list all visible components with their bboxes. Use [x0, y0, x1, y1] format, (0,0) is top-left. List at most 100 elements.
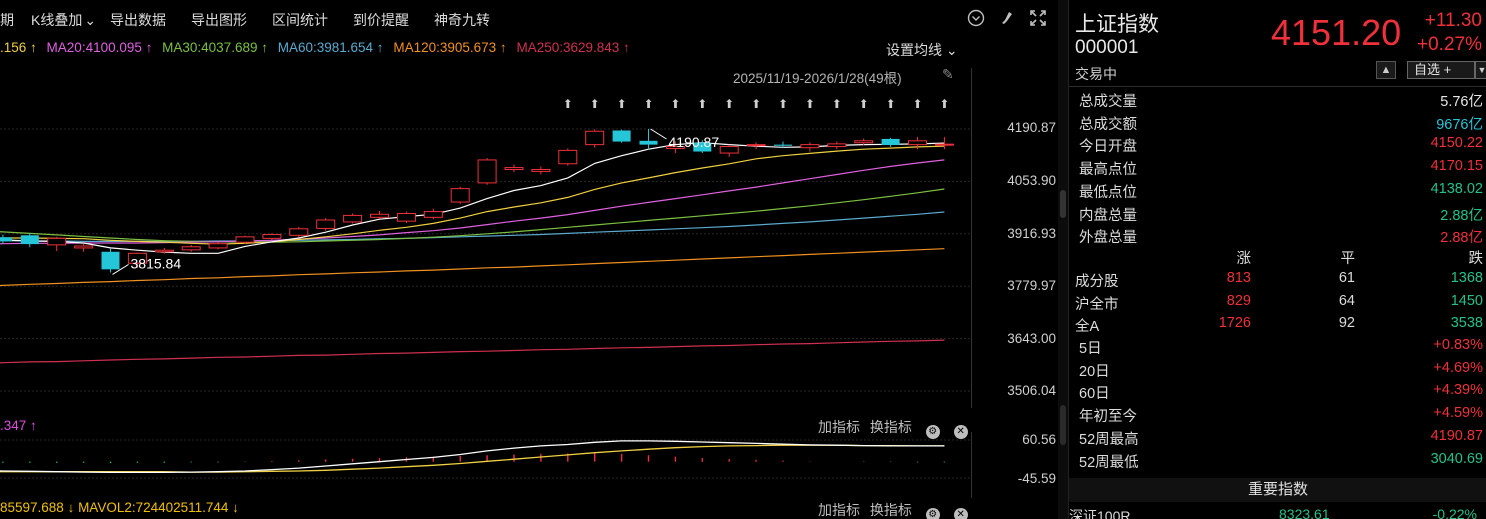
breadth-flat: 64 — [1338, 292, 1355, 309]
chart-scrollbar[interactable] — [1058, 0, 1068, 519]
candle-body — [612, 130, 631, 142]
stock-name: 上证指数 — [1075, 13, 1159, 36]
perf-value: +4.69% — [1433, 359, 1483, 376]
price-tick: 3643.00 — [1007, 331, 1056, 346]
breadth-row: 全A 1726 92 3538 — [1075, 315, 1483, 337]
stock-code: 000001 — [1075, 37, 1139, 58]
breadth-up-header: 涨 — [1236, 251, 1252, 267]
candle-body — [235, 236, 255, 243]
high-pointer — [650, 128, 667, 140]
perf-value: +4.39% — [1433, 382, 1483, 399]
scroll-thumb[interactable] — [1060, 190, 1066, 218]
breadth-flat: 92 — [1338, 315, 1355, 332]
candle-body — [154, 249, 174, 253]
up-arrow-marker: ⬆ — [590, 97, 600, 111]
stat-value: 9676亿 — [1436, 116, 1483, 133]
breadth-down: 1450 — [1450, 292, 1483, 309]
kline-overlay-label: K线叠加 — [31, 12, 83, 28]
kline-overlay-menu[interactable]: K线叠加 ⌄ — [31, 10, 96, 30]
candle-body — [504, 167, 524, 171]
stat-label: 最低点位 — [1079, 184, 1137, 201]
brush-icon[interactable] — [997, 9, 1017, 29]
breadth-label: 全A — [1075, 319, 1100, 336]
perf-value: +0.83% — [1433, 337, 1483, 353]
perf-value: 3040.69 — [1430, 450, 1483, 467]
candle-body — [827, 143, 847, 148]
ma-legend: .156 ↑ MA20:4100.095 ↑ MA30:4037.689 ↑ M… — [0, 40, 636, 58]
fullscreen-icon[interactable] — [1028, 9, 1048, 29]
scroll-thumb[interactable] — [1060, 405, 1066, 445]
volume-tools: 加指标 换指标 ⚙ ✕ — [818, 500, 974, 519]
switch-indicator-button[interactable]: 换指标 — [870, 502, 912, 518]
up-arrow-marker: ⬆ — [563, 97, 573, 111]
perf-row: 年初至今 +4.59% — [1079, 405, 1483, 427]
chevron-down-icon: ⌄ — [84, 12, 97, 28]
candle-body — [289, 228, 309, 236]
collapse-circle-icon[interactable] — [966, 9, 986, 29]
candle-body — [774, 144, 792, 146]
up-arrow-marker: ⬆ — [643, 97, 653, 111]
chevron-down-icon[interactable]: ▼ — [1475, 61, 1486, 79]
price-tick: 4190.87 — [1007, 120, 1056, 135]
macd-chart[interactable] — [0, 432, 972, 498]
index-change: -0.22% — [1432, 506, 1477, 519]
price-alert-button[interactable]: 到价提醒 — [353, 10, 409, 30]
perf-row: 52周最高 4190.87 — [1079, 428, 1483, 450]
candle-body — [262, 234, 282, 239]
candle-body — [396, 212, 416, 222]
divider — [1069, 86, 1486, 87]
add-watchlist-button[interactable]: 自选 + — [1407, 61, 1475, 79]
perf-value: +4.59% — [1433, 405, 1483, 422]
key-index-row[interactable]: 深证100R 8323.61 -0.22% — [1069, 506, 1486, 519]
add-indicator-button[interactable]: 加指标 — [818, 502, 860, 518]
ma30-value: MA30:4037.689 ↑ — [162, 40, 268, 55]
up-arrow-marker: ⬆ — [912, 97, 922, 111]
stat-row: 最低点位 4138.02 — [1079, 181, 1483, 203]
close-icon[interactable]: ✕ — [953, 508, 968, 519]
ma250-line — [0, 339, 945, 364]
stat-row: 最高点位 4170.15 — [1079, 158, 1483, 180]
period-menu[interactable]: 期 — [0, 10, 14, 30]
index-price: 8323.61 — [1279, 506, 1330, 519]
ma60-value: MA60:3981.654 ↑ — [277, 40, 384, 55]
candle-body — [450, 188, 470, 203]
perf-value: 4190.87 — [1430, 427, 1483, 444]
alert-bell-icon[interactable]: ▲ — [1376, 61, 1396, 79]
price-change-pct: +0.27% — [1417, 34, 1482, 55]
last-price: 4151.20 — [1271, 12, 1402, 53]
ma20-value: MA20:4100.095 ↑ — [46, 40, 153, 55]
breadth-label: 成分股 — [1075, 274, 1119, 290]
perf-label: 5日 — [1079, 341, 1102, 357]
ma250-value: MA250:3629.843 ↑ — [516, 40, 630, 55]
export-data-button[interactable]: 导出数据 — [110, 10, 166, 30]
candle-body — [423, 211, 443, 218]
key-index-title[interactable]: 重要指数 — [1069, 478, 1486, 502]
gear-icon[interactable]: ⚙ — [925, 508, 940, 519]
breadth-row: 沪全市 829 64 1450 — [1075, 293, 1483, 315]
candle-body — [639, 140, 658, 145]
breadth-row: 成分股 813 61 1368 — [1075, 270, 1483, 292]
index-name: 深证100R — [1069, 508, 1131, 519]
up-arrow-marker: ⬆ — [778, 97, 788, 111]
breadth-label: 沪全市 — [1075, 296, 1119, 313]
stat-label: 内盘总量 — [1079, 207, 1137, 224]
candle-body — [20, 235, 39, 245]
kline-chart[interactable]: ⬆ ⬆ ⬆ ⬆ ⬆ ⬆ ⬆ ⬆ ⬆ ⬆ ⬆ ⬆ ⬆ ⬆ ⬆ 4190.87 3815.84 — [0, 68, 972, 408]
ma120-value: MA120:3905.673 ↑ — [393, 40, 507, 55]
chart-panel: 期 K线叠加 ⌄ 导出数据 导出图形 区间统计 到价提醒 神奇九转 .156 ↑ … — [0, 0, 1058, 519]
candle-body — [208, 243, 228, 249]
perf-label: 20日 — [1079, 363, 1110, 380]
stat-value: 5.76亿 — [1440, 94, 1483, 110]
candle-body — [74, 245, 94, 249]
stat-value: 2.88亿 — [1440, 207, 1483, 224]
candle-body — [746, 144, 766, 147]
magic-nine-button[interactable]: 神奇九转 — [434, 10, 490, 30]
export-chart-button[interactable]: 导出图形 — [191, 10, 247, 30]
high-label: 4190.87 — [669, 134, 720, 150]
range-stats-button[interactable]: 区间统计 — [272, 10, 328, 30]
candle-body — [934, 143, 954, 146]
ma-settings-button[interactable]: 设置均线 ⌄ — [886, 40, 958, 60]
breadth-down: 1368 — [1450, 270, 1483, 286]
breadth-down-header: 跌 — [1468, 251, 1484, 267]
stat-label: 总成交额 — [1079, 116, 1137, 133]
